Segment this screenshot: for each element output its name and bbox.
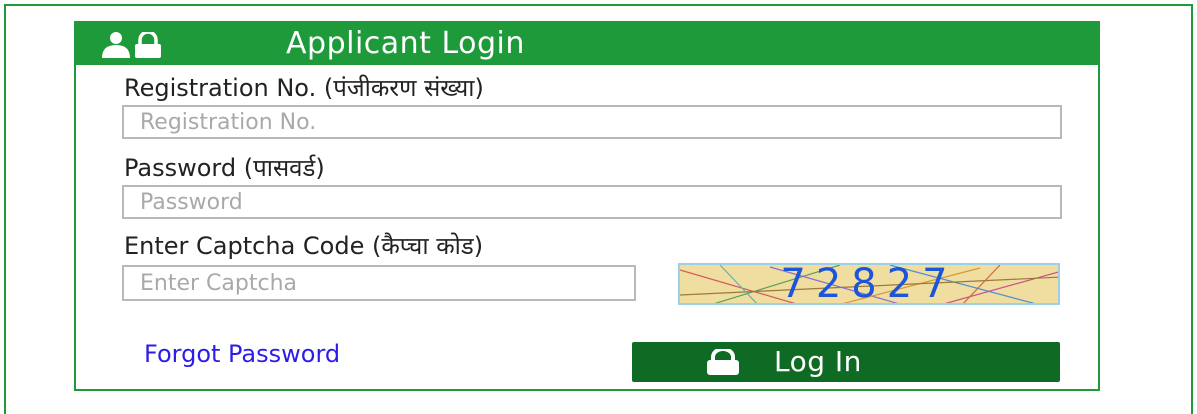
panel-title: Applicant Login	[286, 26, 525, 61]
user-lock-icon	[102, 32, 161, 58]
panel-header: Applicant Login	[76, 23, 1098, 65]
captcha-image: 72827	[678, 263, 1060, 305]
login-button-label: Log In	[774, 345, 862, 378]
captcha-label: Enter Captcha Code (कैप्चा कोड)	[124, 232, 484, 260]
captcha-input[interactable]	[122, 265, 636, 301]
login-button[interactable]: Log In	[632, 342, 1060, 382]
applicant-login-panel: Applicant Login Registration No. (पंजीकर…	[74, 21, 1100, 391]
registration-label: Registration No. (पंजीकरण संख्या)	[124, 74, 484, 102]
password-input[interactable]	[122, 185, 1062, 219]
password-label: Password (पासवर्ड)	[124, 154, 325, 182]
captcha-code: 72827	[780, 263, 958, 305]
forgot-password-link[interactable]: Forgot Password	[144, 340, 340, 368]
lock-icon	[707, 349, 739, 375]
registration-input[interactable]	[122, 105, 1062, 139]
